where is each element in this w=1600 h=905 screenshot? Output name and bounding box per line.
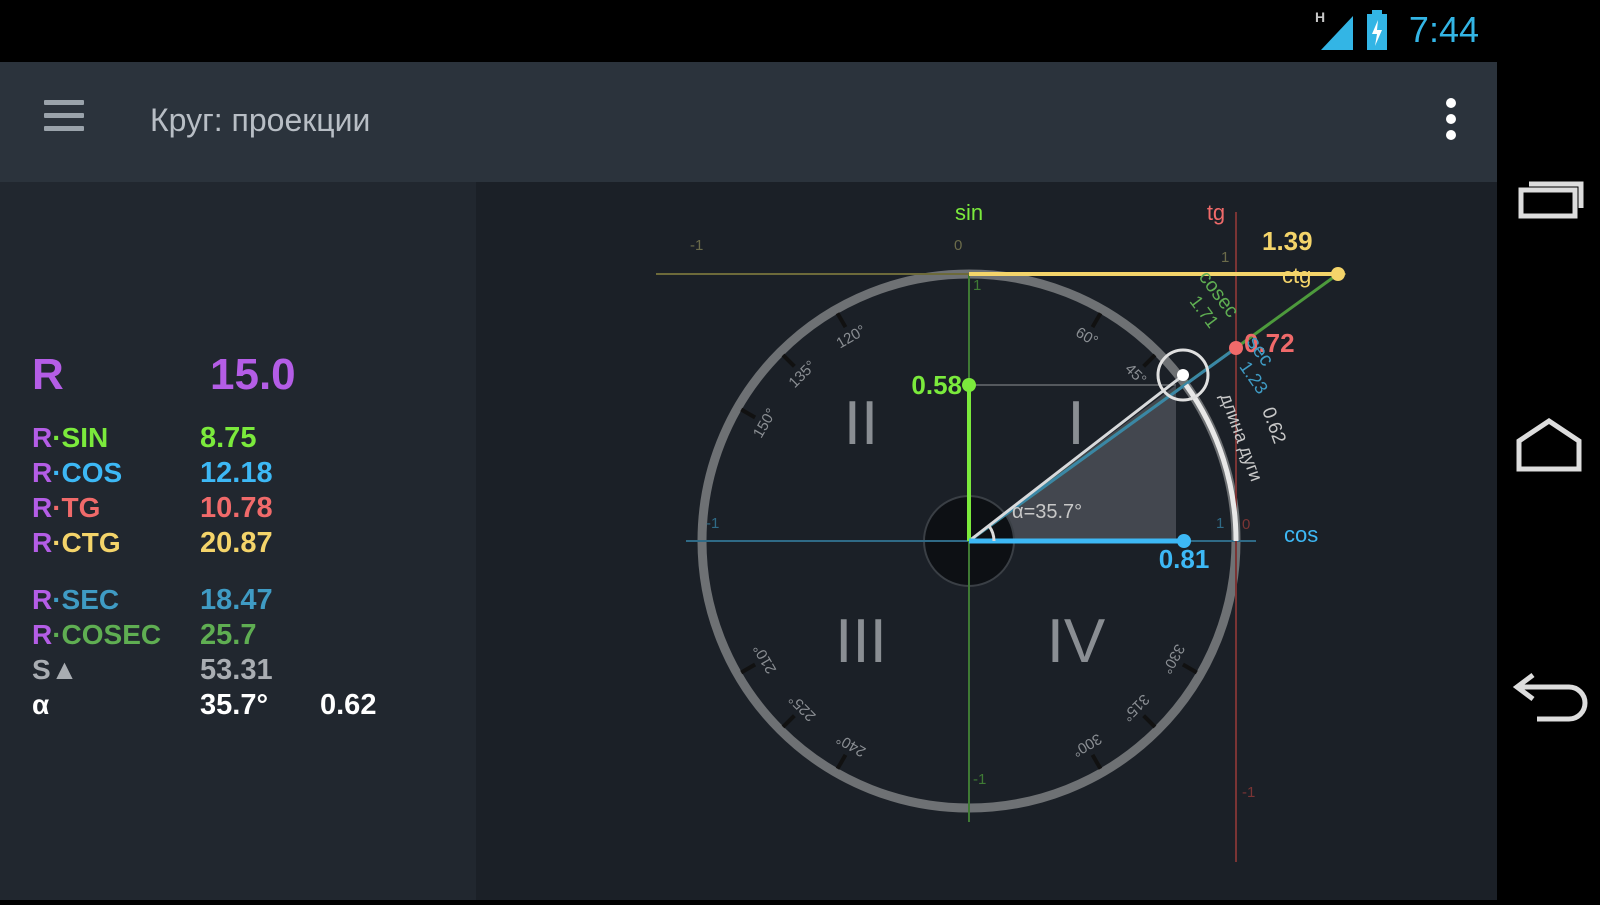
value-sec: 18.47	[200, 584, 273, 616]
value-cosec: 25.7	[200, 619, 257, 651]
row-label: ·CTG	[52, 527, 121, 558]
degree-tick	[781, 353, 796, 368]
cos-tick-neg1: -1	[706, 515, 719, 532]
alpha-degrees: 35.7°	[200, 689, 269, 721]
radius-row: R	[32, 350, 64, 400]
value-row-sec: R·SEC	[32, 584, 119, 616]
degree-label: 120°	[834, 322, 869, 352]
page-title: Круг: проекции	[150, 102, 371, 138]
status-bar: H 7:44	[0, 0, 1497, 62]
degree-tick	[1142, 714, 1157, 729]
degree-tick	[835, 753, 848, 770]
alpha-radians: 0.62	[320, 689, 377, 721]
sin-value-label: 0.58	[911, 370, 962, 400]
degree-label: 300°	[1069, 730, 1104, 760]
row-prefix: R	[32, 422, 53, 453]
sin-axis-label: sin	[955, 200, 983, 225]
ctg-tick-0: 0	[954, 237, 962, 254]
row-prefix: R	[32, 584, 53, 615]
degree-label: 150°	[750, 406, 780, 441]
ctg-axis-label: ctg	[1282, 263, 1311, 288]
angle-label: α=35.7°	[1012, 501, 1082, 523]
degree-tick	[1181, 662, 1198, 675]
home-icon[interactable]	[1507, 405, 1591, 485]
degree-label: 60°	[1073, 324, 1101, 350]
radius-value-row[interactable]: 15.0	[210, 350, 296, 400]
ctg-point	[1331, 267, 1345, 281]
value-row-cos: R·COS	[32, 457, 122, 489]
action-bar: Круг: проекции	[0, 62, 1497, 182]
tg-axis-label: tg	[1207, 200, 1225, 225]
tg-tick-0: 0	[1242, 516, 1250, 533]
row-label: ·SEC	[52, 584, 120, 615]
area-value: 53.31	[200, 654, 273, 686]
network-type-label: H	[1315, 9, 1325, 25]
sin-point	[962, 378, 976, 392]
cos-value-label: 0.81	[1159, 544, 1210, 574]
row-label: ·TG	[52, 492, 101, 523]
back-icon[interactable]	[1507, 655, 1591, 735]
value-sin: 8.75	[200, 422, 257, 454]
degree-label: 330°	[1158, 641, 1188, 676]
row-prefix: R	[32, 527, 53, 558]
quadrant-label-III: III	[835, 607, 887, 676]
tg-point	[1229, 341, 1243, 355]
cos-axis-label: cos	[1284, 522, 1318, 547]
degree-tick	[740, 407, 757, 420]
status-icons: H 7:44	[1313, 8, 1479, 52]
degree-tick	[1142, 353, 1157, 368]
angle-point[interactable]	[1177, 369, 1189, 381]
value-row-tg: R·TG	[32, 492, 100, 524]
menu-icon[interactable]	[44, 100, 84, 144]
diagram-area: II I III IV sin tg cos ctg 0.58 0.81 0.7…	[476, 182, 1497, 900]
row-label: ·SIN	[52, 422, 109, 453]
row-prefix: R	[32, 619, 53, 650]
degree-tick	[740, 662, 757, 675]
degree-tick	[835, 312, 848, 329]
row-label: ·COS	[52, 457, 123, 488]
value-row-ctg: R·CTG	[32, 527, 121, 559]
overflow-menu-icon[interactable]	[1441, 98, 1461, 148]
degree-label: 240°	[834, 730, 869, 760]
row-prefix: R	[32, 492, 53, 523]
signal-icon: H	[1315, 9, 1353, 50]
degree-tick	[1090, 312, 1103, 329]
cos-tick-1: 1	[1216, 515, 1224, 532]
ctg-tick-1: 1	[1221, 249, 1229, 266]
clock: 7:44	[1408, 9, 1479, 50]
radius-label: R	[32, 350, 64, 399]
quadrant-label-IV: IV	[1047, 607, 1106, 676]
degree-tick	[781, 714, 796, 729]
row-prefix: R	[32, 457, 53, 488]
value-row-cosec: R·COSEC	[32, 619, 161, 651]
quadrant-label-I: I	[1067, 389, 1084, 458]
navigation-bar	[1497, 0, 1600, 900]
quadrant-label-II: II	[844, 389, 878, 458]
battery-icon	[1366, 10, 1387, 50]
value-ctg: 20.87	[200, 527, 273, 559]
row-label: ·COSEC	[52, 619, 162, 650]
radius-value[interactable]: 15.0	[210, 350, 296, 399]
degree-label: 210°	[750, 641, 780, 676]
value-cos: 12.18	[200, 457, 273, 489]
ctg-tick-neg1: -1	[690, 237, 703, 254]
alpha-label: α	[32, 689, 50, 720]
degree-tick	[1090, 753, 1103, 770]
values-panel: R 15.0 R·SIN 8.75 R·COS 12.18 R·TG 10.78…	[0, 182, 476, 900]
area-label: S▲	[32, 654, 79, 685]
recent-apps-icon[interactable]	[1507, 160, 1591, 240]
unit-circle-diagram[interactable]: II I III IV sin tg cos ctg 0.58 0.81 0.7…	[476, 182, 1497, 900]
ctg-value-label: 1.39	[1262, 226, 1313, 256]
sin-tick-1: 1	[973, 277, 981, 294]
value-row-sin: R·SIN	[32, 422, 108, 454]
tg-tick-neg1: -1	[1242, 784, 1255, 801]
arc-length-value: 0.62	[1257, 405, 1289, 447]
sin-tick-neg1: -1	[973, 771, 986, 788]
value-tg: 10.78	[200, 492, 273, 524]
